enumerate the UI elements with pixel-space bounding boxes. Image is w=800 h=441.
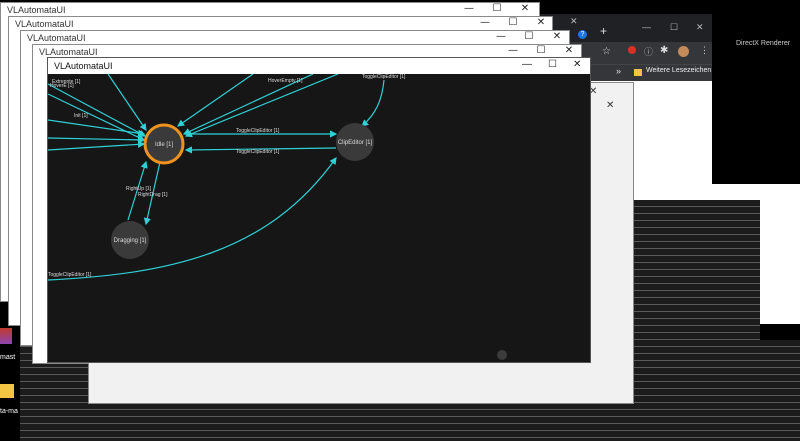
bookmarks-other-label[interactable]: Weitere Lesezeichen [646, 67, 711, 74]
edge-hover-left[interactable] [48, 93, 146, 141]
background-white-window-close[interactable]: ✕ [606, 100, 614, 111]
background-window-2-title: VLAutomataUI [15, 19, 74, 29]
edge-left-1[interactable] [48, 136, 146, 144]
edge-extern[interactable] [48, 83, 147, 137]
close-button[interactable]: ✕ [531, 17, 551, 28]
edge-label-toggle-bottom: ToggleClipEditor [1] [48, 272, 92, 278]
edge-label-toggle-to-clip: ToggleClipEditor [1] [236, 128, 280, 134]
browser-menu-icon[interactable]: ⋮ [700, 45, 709, 56]
info-icon[interactable]: ⓘ [644, 45, 653, 58]
background-window-4-title: VLAutomataUI [39, 47, 98, 57]
edge-label-toggle-from-clip: ToggleClipEditor [1] [236, 149, 280, 155]
profile-avatar[interactable] [678, 46, 689, 57]
folder-icon [634, 69, 642, 76]
status-dot [497, 350, 507, 360]
maximize-button[interactable]: ☐ [548, 59, 557, 70]
main-window[interactable]: VLAutomataUI — ☐ ✕ Idle [1] ClipEditor [… [47, 57, 591, 363]
maximize-button[interactable]: ☐ [531, 45, 551, 56]
edge-toggle-bottom[interactable] [48, 157, 337, 281]
edge-label-right-drag: RightDrag [1] [138, 192, 168, 198]
puzzle-icon[interactable]: ✱ [660, 45, 668, 56]
background-window-1-title: VLAutomataUI [7, 5, 66, 15]
desktop-icon-label-2[interactable]: ta-ma [0, 408, 18, 415]
edge-left-2[interactable] [48, 140, 146, 151]
edge-top-2[interactable] [177, 74, 254, 127]
edge-toggle-top-right[interactable] [361, 79, 385, 127]
maximize-button[interactable]: ☐ [503, 17, 523, 28]
node-idle-label: Idle [1] [155, 142, 173, 148]
background-striped-panel [632, 200, 760, 441]
desktop-archive-icon[interactable] [0, 328, 12, 344]
node-clip-editor-label: ClipEditor [1] [338, 140, 373, 146]
bookmarks-chevron[interactable]: » [616, 66, 621, 76]
chrome-help-icon[interactable]: ? [578, 30, 587, 39]
state-graph[interactable]: Idle [1] ClipEditor [1] Dragging [1] Hov… [48, 74, 590, 362]
main-window-title: VLAutomataUI [54, 61, 113, 71]
close-button[interactable]: ✕ [547, 31, 567, 42]
desktop-icon-label-1[interactable]: mast [0, 354, 15, 361]
edge-init[interactable] [48, 119, 146, 137]
browser-minimize-button[interactable]: — [642, 22, 651, 32]
bookmark-star-icon[interactable]: ☆ [602, 46, 611, 57]
edge-label-hover-top: HoverEmpty [1] [268, 78, 303, 84]
close-button[interactable]: ✕ [559, 45, 579, 56]
browser-maximize-button[interactable]: ☐ [670, 22, 678, 33]
minimize-button[interactable]: — [503, 45, 523, 56]
tab-close-icon[interactable]: ✕ [570, 16, 578, 27]
edge-top-1[interactable] [107, 74, 147, 131]
minimize-button[interactable]: — [459, 3, 479, 14]
maximize-button[interactable]: ☐ [519, 31, 539, 42]
edge-label-hover-left: HoverE [1] [50, 83, 74, 89]
close-button[interactable]: ✕ [515, 3, 535, 14]
new-tab-button[interactable]: + [600, 24, 607, 38]
desktop-folder-icon[interactable] [0, 384, 14, 398]
minimize-button[interactable]: — [522, 59, 532, 70]
directx-renderer-window[interactable]: DirectX Renderer [730, 34, 800, 184]
edge-label-toggle-top-right: ToggleClipEditor [1] [362, 74, 406, 80]
browser-close-button[interactable]: ✕ [696, 22, 704, 33]
edge-label-init: Init [1] [74, 113, 88, 119]
background-window-3-title: VLAutomataUI [27, 33, 86, 43]
background-white-strip [632, 184, 760, 200]
minimize-button[interactable]: — [491, 31, 511, 42]
extension-icon[interactable] [628, 46, 636, 54]
node-dragging-label: Dragging [1] [114, 238, 147, 244]
main-window-titlebar[interactable]: VLAutomataUI — ☐ ✕ [48, 58, 590, 74]
minimize-button[interactable]: — [475, 17, 495, 28]
close-button[interactable]: ✕ [573, 59, 581, 70]
maximize-button[interactable]: ☐ [487, 3, 507, 14]
directx-window-title: DirectX Renderer [736, 40, 791, 47]
